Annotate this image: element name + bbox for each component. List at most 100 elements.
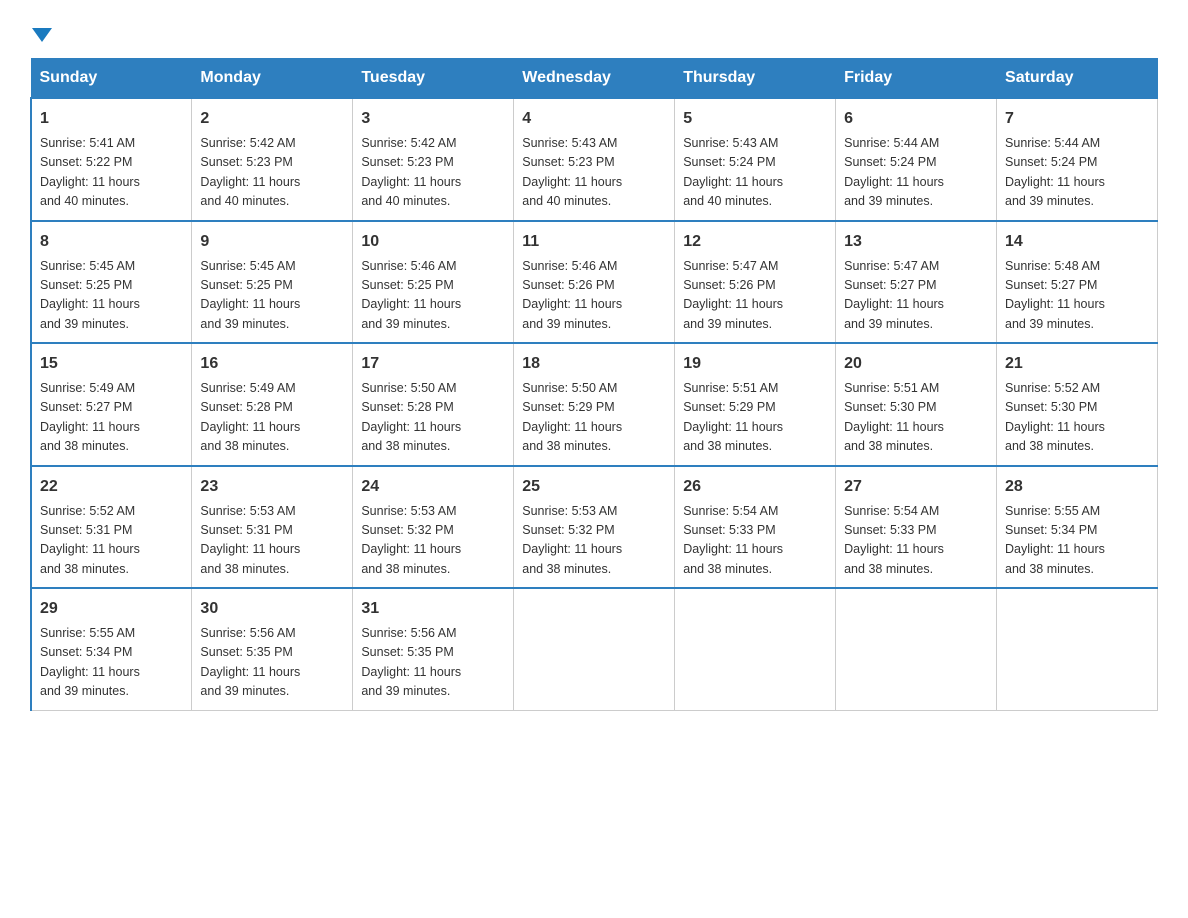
day-number: 17 <box>361 352 505 376</box>
day-info: Sunrise: 5:49 AMSunset: 5:27 PMDaylight:… <box>40 379 183 457</box>
calendar-table: SundayMondayTuesdayWednesdayThursdayFrid… <box>30 58 1158 711</box>
day-info: Sunrise: 5:56 AMSunset: 5:35 PMDaylight:… <box>200 624 344 702</box>
logo-triangle-icon <box>32 28 52 42</box>
calendar-week-row: 8 Sunrise: 5:45 AMSunset: 5:25 PMDaylight… <box>31 221 1158 344</box>
day-number: 7 <box>1005 107 1149 131</box>
day-number: 24 <box>361 475 505 499</box>
day-of-week-header: Sunday <box>31 59 192 99</box>
day-info: Sunrise: 5:52 AMSunset: 5:31 PMDaylight:… <box>40 502 183 580</box>
day-number: 20 <box>844 352 988 376</box>
calendar-cell: 13 Sunrise: 5:47 AMSunset: 5:27 PMDayligh… <box>836 221 997 344</box>
calendar-cell: 10Sunrise: 5:46 AMSunset: 5:25 PMDayligh… <box>353 221 514 344</box>
page-header <box>30 20 1158 48</box>
calendar-cell: 19 Sunrise: 5:51 AMSunset: 5:29 PMDayligh… <box>675 343 836 466</box>
logo-general-row <box>30 20 52 48</box>
calendar-header-row: SundayMondayTuesdayWednesdayThursdayFrid… <box>31 59 1158 99</box>
day-number: 31 <box>361 597 505 621</box>
day-info: Sunrise: 5:42 AMSunset: 5:23 PMDaylight:… <box>200 134 344 212</box>
day-info: Sunrise: 5:47 AMSunset: 5:27 PMDaylight:… <box>844 257 988 335</box>
day-info: Sunrise: 5:50 AMSunset: 5:28 PMDaylight:… <box>361 379 505 457</box>
calendar-cell <box>836 588 997 710</box>
day-info: Sunrise: 5:53 AMSunset: 5:31 PMDaylight:… <box>200 502 344 580</box>
calendar-week-row: 29 Sunrise: 5:55 AMSunset: 5:34 PMDayligh… <box>31 588 1158 710</box>
calendar-cell: 8 Sunrise: 5:45 AMSunset: 5:25 PMDaylight… <box>31 221 192 344</box>
day-of-week-header: Saturday <box>997 59 1158 99</box>
day-info: Sunrise: 5:54 AMSunset: 5:33 PMDaylight:… <box>683 502 827 580</box>
calendar-cell: 30Sunrise: 5:56 AMSunset: 5:35 PMDayligh… <box>192 588 353 710</box>
day-of-week-header: Tuesday <box>353 59 514 99</box>
day-number: 22 <box>40 475 183 499</box>
calendar-cell: 26 Sunrise: 5:54 AMSunset: 5:33 PMDayligh… <box>675 466 836 589</box>
day-info: Sunrise: 5:51 AMSunset: 5:29 PMDaylight:… <box>683 379 827 457</box>
day-number: 28 <box>1005 475 1149 499</box>
calendar-cell: 4 Sunrise: 5:43 AMSunset: 5:23 PMDaylight… <box>514 98 675 221</box>
calendar-cell: 11Sunrise: 5:46 AMSunset: 5:26 PMDayligh… <box>514 221 675 344</box>
day-info: Sunrise: 5:47 AMSunset: 5:26 PMDaylight:… <box>683 257 827 335</box>
calendar-cell: 9 Sunrise: 5:45 AMSunset: 5:25 PMDaylight… <box>192 221 353 344</box>
day-info: Sunrise: 5:42 AMSunset: 5:23 PMDaylight:… <box>361 134 505 212</box>
day-info: Sunrise: 5:54 AMSunset: 5:33 PMDaylight:… <box>844 502 988 580</box>
day-info: Sunrise: 5:56 AMSunset: 5:35 PMDaylight:… <box>361 624 505 702</box>
calendar-cell <box>514 588 675 710</box>
day-info: Sunrise: 5:41 AMSunset: 5:22 PMDaylight:… <box>40 134 183 212</box>
day-of-week-header: Wednesday <box>514 59 675 99</box>
day-number: 2 <box>200 107 344 131</box>
day-info: Sunrise: 5:55 AMSunset: 5:34 PMDaylight:… <box>1005 502 1149 580</box>
day-info: Sunrise: 5:43 AMSunset: 5:24 PMDaylight:… <box>683 134 827 212</box>
day-number: 9 <box>200 230 344 254</box>
day-number: 25 <box>522 475 666 499</box>
calendar-cell: 6Sunrise: 5:44 AMSunset: 5:24 PMDaylight… <box>836 98 997 221</box>
day-number: 23 <box>200 475 344 499</box>
calendar-week-row: 1 Sunrise: 5:41 AMSunset: 5:22 PMDaylight… <box>31 98 1158 221</box>
calendar-cell: 20Sunrise: 5:51 AMSunset: 5:30 PMDayligh… <box>836 343 997 466</box>
calendar-cell: 12Sunrise: 5:47 AMSunset: 5:26 PMDayligh… <box>675 221 836 344</box>
calendar-cell: 1 Sunrise: 5:41 AMSunset: 5:22 PMDaylight… <box>31 98 192 221</box>
calendar-cell: 18 Sunrise: 5:50 AMSunset: 5:29 PMDayligh… <box>514 343 675 466</box>
calendar-cell: 22 Sunrise: 5:52 AMSunset: 5:31 PMDayligh… <box>31 466 192 589</box>
day-number: 8 <box>40 230 183 254</box>
day-info: Sunrise: 5:53 AMSunset: 5:32 PMDaylight:… <box>361 502 505 580</box>
calendar-cell: 7 Sunrise: 5:44 AMSunset: 5:24 PMDaylight… <box>997 98 1158 221</box>
day-number: 1 <box>40 107 183 131</box>
day-number: 4 <box>522 107 666 131</box>
calendar-cell: 2 Sunrise: 5:42 AMSunset: 5:23 PMDaylight… <box>192 98 353 221</box>
calendar-cell: 15Sunrise: 5:49 AMSunset: 5:27 PMDayligh… <box>31 343 192 466</box>
calendar-week-row: 15Sunrise: 5:49 AMSunset: 5:27 PMDayligh… <box>31 343 1158 466</box>
day-of-week-header: Thursday <box>675 59 836 99</box>
calendar-cell: 31 Sunrise: 5:56 AMSunset: 5:35 PMDayligh… <box>353 588 514 710</box>
day-number: 19 <box>683 352 827 376</box>
day-info: Sunrise: 5:52 AMSunset: 5:30 PMDaylight:… <box>1005 379 1149 457</box>
day-info: Sunrise: 5:50 AMSunset: 5:29 PMDaylight:… <box>522 379 666 457</box>
day-info: Sunrise: 5:45 AMSunset: 5:25 PMDaylight:… <box>40 257 183 335</box>
calendar-week-row: 22 Sunrise: 5:52 AMSunset: 5:31 PMDayligh… <box>31 466 1158 589</box>
day-number: 27 <box>844 475 988 499</box>
day-of-week-header: Monday <box>192 59 353 99</box>
day-info: Sunrise: 5:46 AMSunset: 5:25 PMDaylight:… <box>361 257 505 335</box>
day-number: 3 <box>361 107 505 131</box>
calendar-cell: 25 Sunrise: 5:53 AMSunset: 5:32 PMDayligh… <box>514 466 675 589</box>
day-info: Sunrise: 5:55 AMSunset: 5:34 PMDaylight:… <box>40 624 183 702</box>
day-number: 26 <box>683 475 827 499</box>
calendar-cell: 5 Sunrise: 5:43 AMSunset: 5:24 PMDaylight… <box>675 98 836 221</box>
day-info: Sunrise: 5:44 AMSunset: 5:24 PMDaylight:… <box>844 134 988 212</box>
day-number: 29 <box>40 597 183 621</box>
calendar-cell <box>997 588 1158 710</box>
day-number: 18 <box>522 352 666 376</box>
day-number: 14 <box>1005 230 1149 254</box>
day-of-week-header: Friday <box>836 59 997 99</box>
day-number: 13 <box>844 230 988 254</box>
calendar-cell: 27 Sunrise: 5:54 AMSunset: 5:33 PMDayligh… <box>836 466 997 589</box>
day-info: Sunrise: 5:44 AMSunset: 5:24 PMDaylight:… <box>1005 134 1149 212</box>
calendar-cell: 16Sunrise: 5:49 AMSunset: 5:28 PMDayligh… <box>192 343 353 466</box>
day-info: Sunrise: 5:48 AMSunset: 5:27 PMDaylight:… <box>1005 257 1149 335</box>
day-number: 11 <box>522 230 666 254</box>
logo <box>30 20 52 48</box>
day-number: 5 <box>683 107 827 131</box>
calendar-cell: 3 Sunrise: 5:42 AMSunset: 5:23 PMDaylight… <box>353 98 514 221</box>
day-info: Sunrise: 5:43 AMSunset: 5:23 PMDaylight:… <box>522 134 666 212</box>
day-info: Sunrise: 5:53 AMSunset: 5:32 PMDaylight:… <box>522 502 666 580</box>
calendar-cell: 28 Sunrise: 5:55 AMSunset: 5:34 PMDayligh… <box>997 466 1158 589</box>
calendar-cell: 14 Sunrise: 5:48 AMSunset: 5:27 PMDayligh… <box>997 221 1158 344</box>
calendar-cell: 17 Sunrise: 5:50 AMSunset: 5:28 PMDayligh… <box>353 343 514 466</box>
day-info: Sunrise: 5:45 AMSunset: 5:25 PMDaylight:… <box>200 257 344 335</box>
